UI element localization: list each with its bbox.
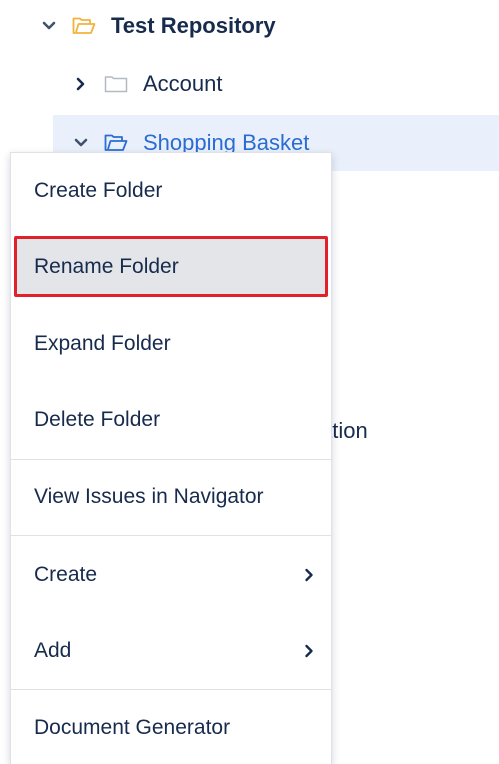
menu-item-expand-folder[interactable]: Expand Folder xyxy=(11,312,331,376)
tree-label-account: Account xyxy=(143,71,223,96)
tree-row-account[interactable]: Account xyxy=(72,64,223,104)
menu-divider xyxy=(11,459,331,460)
menu-divider xyxy=(11,535,331,536)
menu-divider xyxy=(11,689,331,690)
folder-open-icon xyxy=(103,133,129,153)
menu-item-delete-folder[interactable]: Delete Folder xyxy=(11,388,331,452)
menu-item-create-folder[interactable]: Create Folder xyxy=(11,159,331,223)
menu-item-label: Delete Folder xyxy=(34,408,161,431)
menu-item-label: Expand Folder xyxy=(34,332,171,355)
context-menu: Create Folder Rename Folder Expand Folde… xyxy=(10,152,332,764)
chevron-right-icon xyxy=(303,568,315,582)
folder-icon xyxy=(103,74,129,94)
chevron-right-icon[interactable] xyxy=(72,75,90,93)
menu-item-add[interactable]: Add xyxy=(11,619,331,683)
menu-item-label: Rename Folder xyxy=(34,254,179,278)
tree-label-root: Test Repository xyxy=(111,13,276,38)
folder-open-icon xyxy=(71,16,97,36)
menu-item-label: View Issues in Navigator xyxy=(34,485,264,508)
chevron-right-icon xyxy=(303,644,315,658)
menu-item-label: Document Generator xyxy=(34,716,231,739)
menu-item-view-issues[interactable]: View Issues in Navigator xyxy=(11,465,331,529)
chevron-down-icon[interactable] xyxy=(72,134,90,152)
menu-item-label: Create xyxy=(34,563,98,586)
menu-item-document-generator[interactable]: Document Generator xyxy=(11,696,331,760)
menu-item-label: Create Folder xyxy=(34,179,163,202)
menu-item-rename-folder[interactable]: Rename Folder xyxy=(14,236,328,297)
menu-item-label: Add xyxy=(34,639,72,662)
menu-item-create[interactable]: Create xyxy=(11,543,331,607)
chevron-down-icon[interactable] xyxy=(40,17,58,35)
tree-row-test-repository[interactable]: Test Repository xyxy=(40,6,276,46)
